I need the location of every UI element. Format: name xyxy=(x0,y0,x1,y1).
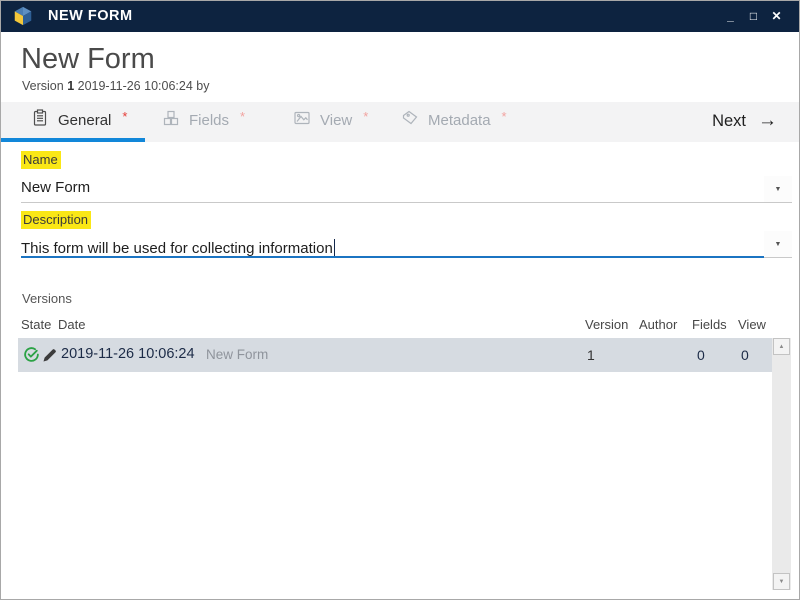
chevron-down-icon: ▼ xyxy=(774,185,782,193)
window-controls: _ □ ✕ xyxy=(723,6,788,26)
description-input-text: This form will be used for collecting in… xyxy=(21,240,333,257)
cubes-icon xyxy=(162,109,180,132)
column-header-state: State xyxy=(21,317,52,332)
tab-fields[interactable]: Fields * xyxy=(162,102,245,138)
description-input[interactable]: This form will be used for collecting in… xyxy=(21,239,335,257)
version-number: 1 xyxy=(67,79,75,93)
arrow-right-icon: → xyxy=(758,110,777,131)
row-view: 0 xyxy=(741,347,749,363)
close-button[interactable]: ✕ xyxy=(769,6,784,26)
tab-metadata-label: Metadata xyxy=(428,111,491,129)
next-button-label: Next xyxy=(712,111,746,130)
required-asterisk: * xyxy=(363,108,369,124)
versions-section-label: Versions xyxy=(22,291,72,306)
minimize-button[interactable]: _ xyxy=(723,6,738,26)
version-table-row[interactable]: 2019-11-26 10:06:24 New Form 1 0 0 xyxy=(18,338,772,372)
scroll-up-button[interactable]: ▲ xyxy=(773,338,790,355)
tab-strip: General * Fields * View * Metadata * Nex… xyxy=(1,102,799,142)
image-icon xyxy=(293,109,311,132)
row-name: New Form xyxy=(206,347,269,362)
page-title: New Form xyxy=(21,43,155,75)
required-asterisk: * xyxy=(240,108,246,124)
column-header-version: Version xyxy=(585,317,629,332)
chevron-down-icon: ▼ xyxy=(774,240,782,248)
tab-general[interactable]: General * xyxy=(31,102,127,138)
tab-view-label: View xyxy=(320,111,353,129)
row-date: 2019-11-26 10:06:24 xyxy=(61,346,195,362)
name-field-label: Name xyxy=(21,151,61,169)
version-info: Version 1 2019-11-26 10:06:24 by xyxy=(22,79,209,93)
version-label: Version xyxy=(22,79,64,93)
window-title: NEW FORM xyxy=(48,8,133,24)
name-input[interactable]: New Form xyxy=(21,179,90,196)
column-header-view: View xyxy=(738,317,766,332)
triangle-up-icon: ▲ xyxy=(778,343,785,350)
tab-metadata[interactable]: Metadata * xyxy=(401,102,507,138)
state-icons xyxy=(23,346,58,363)
description-input-underline-focused xyxy=(21,256,764,258)
active-tab-indicator xyxy=(1,138,145,142)
maximize-button[interactable]: □ xyxy=(746,6,761,26)
text-cursor xyxy=(333,239,335,256)
column-header-date: Date xyxy=(58,317,86,332)
description-field-label: Description xyxy=(21,211,92,229)
required-asterisk: * xyxy=(501,108,507,124)
name-dropdown-button[interactable]: ▼ xyxy=(764,176,792,203)
scroll-down-button[interactable]: ▼ xyxy=(773,573,790,590)
titlebar: NEW FORM _ □ ✕ xyxy=(1,1,799,32)
tab-view[interactable]: View * xyxy=(293,102,368,138)
row-fields: 0 xyxy=(697,347,705,363)
app-window: NEW FORM _ □ ✕ New Form Version 1 2019-1… xyxy=(0,0,800,600)
pencil-icon xyxy=(43,348,56,361)
required-asterisk: * xyxy=(122,108,128,124)
name-input-underline xyxy=(21,202,764,203)
column-header-fields: Fields xyxy=(692,317,727,332)
triangle-down-icon: ▼ xyxy=(778,578,785,585)
app-logo-icon xyxy=(12,5,34,27)
versions-scrollbar[interactable]: ▲ ▼ xyxy=(772,338,791,590)
version-by: by xyxy=(196,79,210,93)
tab-fields-label: Fields xyxy=(189,111,230,129)
check-circle-icon xyxy=(24,347,39,362)
version-datetime: 2019-11-26 10:06:24 xyxy=(77,79,193,93)
description-dropdown-button[interactable]: ▼ xyxy=(764,231,792,258)
tag-icon xyxy=(401,109,419,132)
clipboard-icon xyxy=(31,108,49,132)
tab-general-label: General xyxy=(58,111,112,129)
next-button[interactable]: Next → xyxy=(712,102,777,140)
column-header-author: Author xyxy=(639,317,678,332)
row-version: 1 xyxy=(587,347,595,363)
